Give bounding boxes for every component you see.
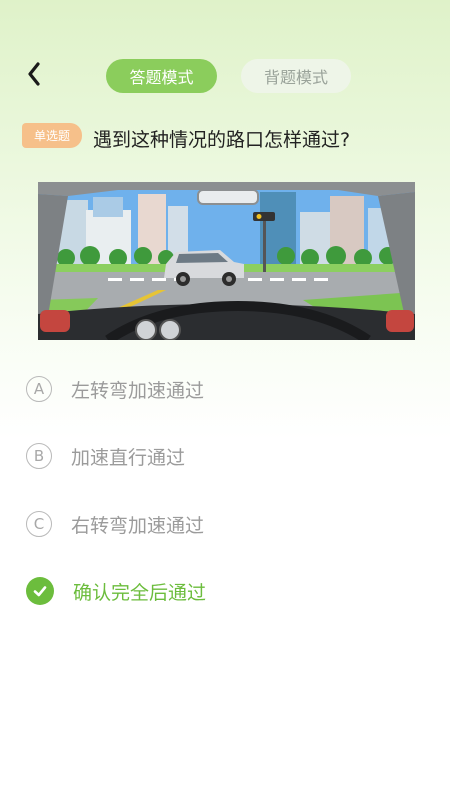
intersection-scene-illustration <box>38 182 415 340</box>
option-label: 确认完全后通过 <box>73 581 207 604</box>
rearview-mirror <box>197 189 259 205</box>
check-icon <box>26 577 54 605</box>
question-type-badge: 单选题 <box>22 123 82 148</box>
option-label: 右转弯加速通过 <box>71 514 205 537</box>
traffic-light <box>253 212 275 221</box>
side-mirror-left <box>40 310 70 332</box>
traffic-light-pole <box>263 220 266 272</box>
option-c[interactable]: C 右转弯加速通过 <box>26 506 406 542</box>
tab-answer-mode[interactable]: 答题模式 <box>106 59 217 93</box>
chevron-left-icon <box>28 62 40 86</box>
question-text: 遇到这种情况的路口怎样通过? <box>93 129 351 151</box>
option-a[interactable]: A 左转弯加速通过 <box>26 371 406 407</box>
option-d[interactable]: 确认完全后通过 <box>26 573 406 609</box>
option-label: 加速直行通过 <box>71 446 186 469</box>
building <box>93 197 123 217</box>
tab-review-mode[interactable]: 背题模式 <box>241 59 351 93</box>
option-letter: A <box>26 376 52 402</box>
option-b[interactable]: B 加速直行通过 <box>26 438 406 474</box>
option-letter: C <box>26 511 52 537</box>
side-mirror-right <box>386 310 414 332</box>
back-button[interactable] <box>22 58 46 90</box>
option-label: 左转弯加速通过 <box>71 379 205 402</box>
option-letter: B <box>26 443 52 469</box>
